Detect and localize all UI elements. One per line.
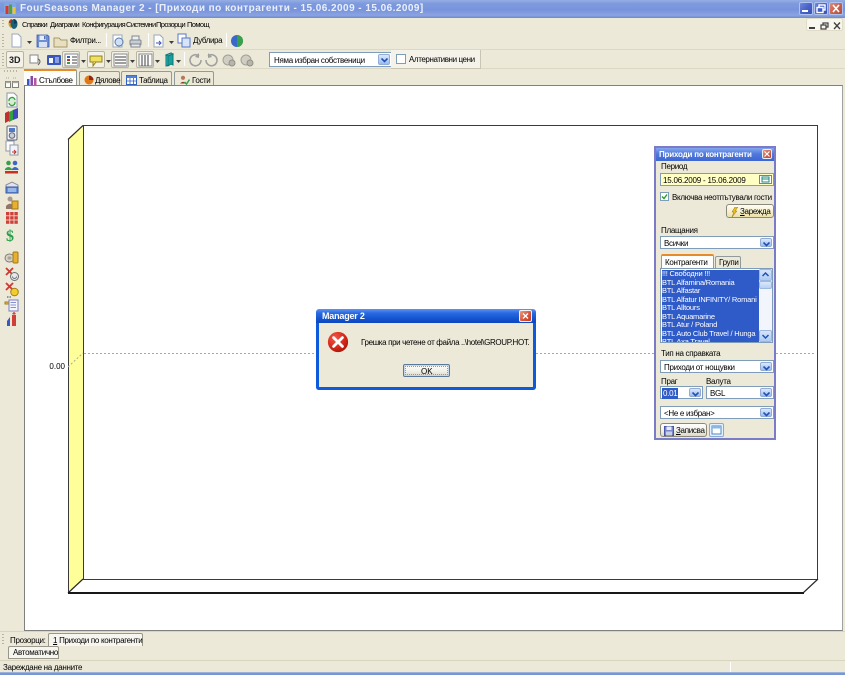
svg-text:$: $: [6, 228, 14, 243]
svg-text:0.00: 0.00: [49, 362, 65, 371]
